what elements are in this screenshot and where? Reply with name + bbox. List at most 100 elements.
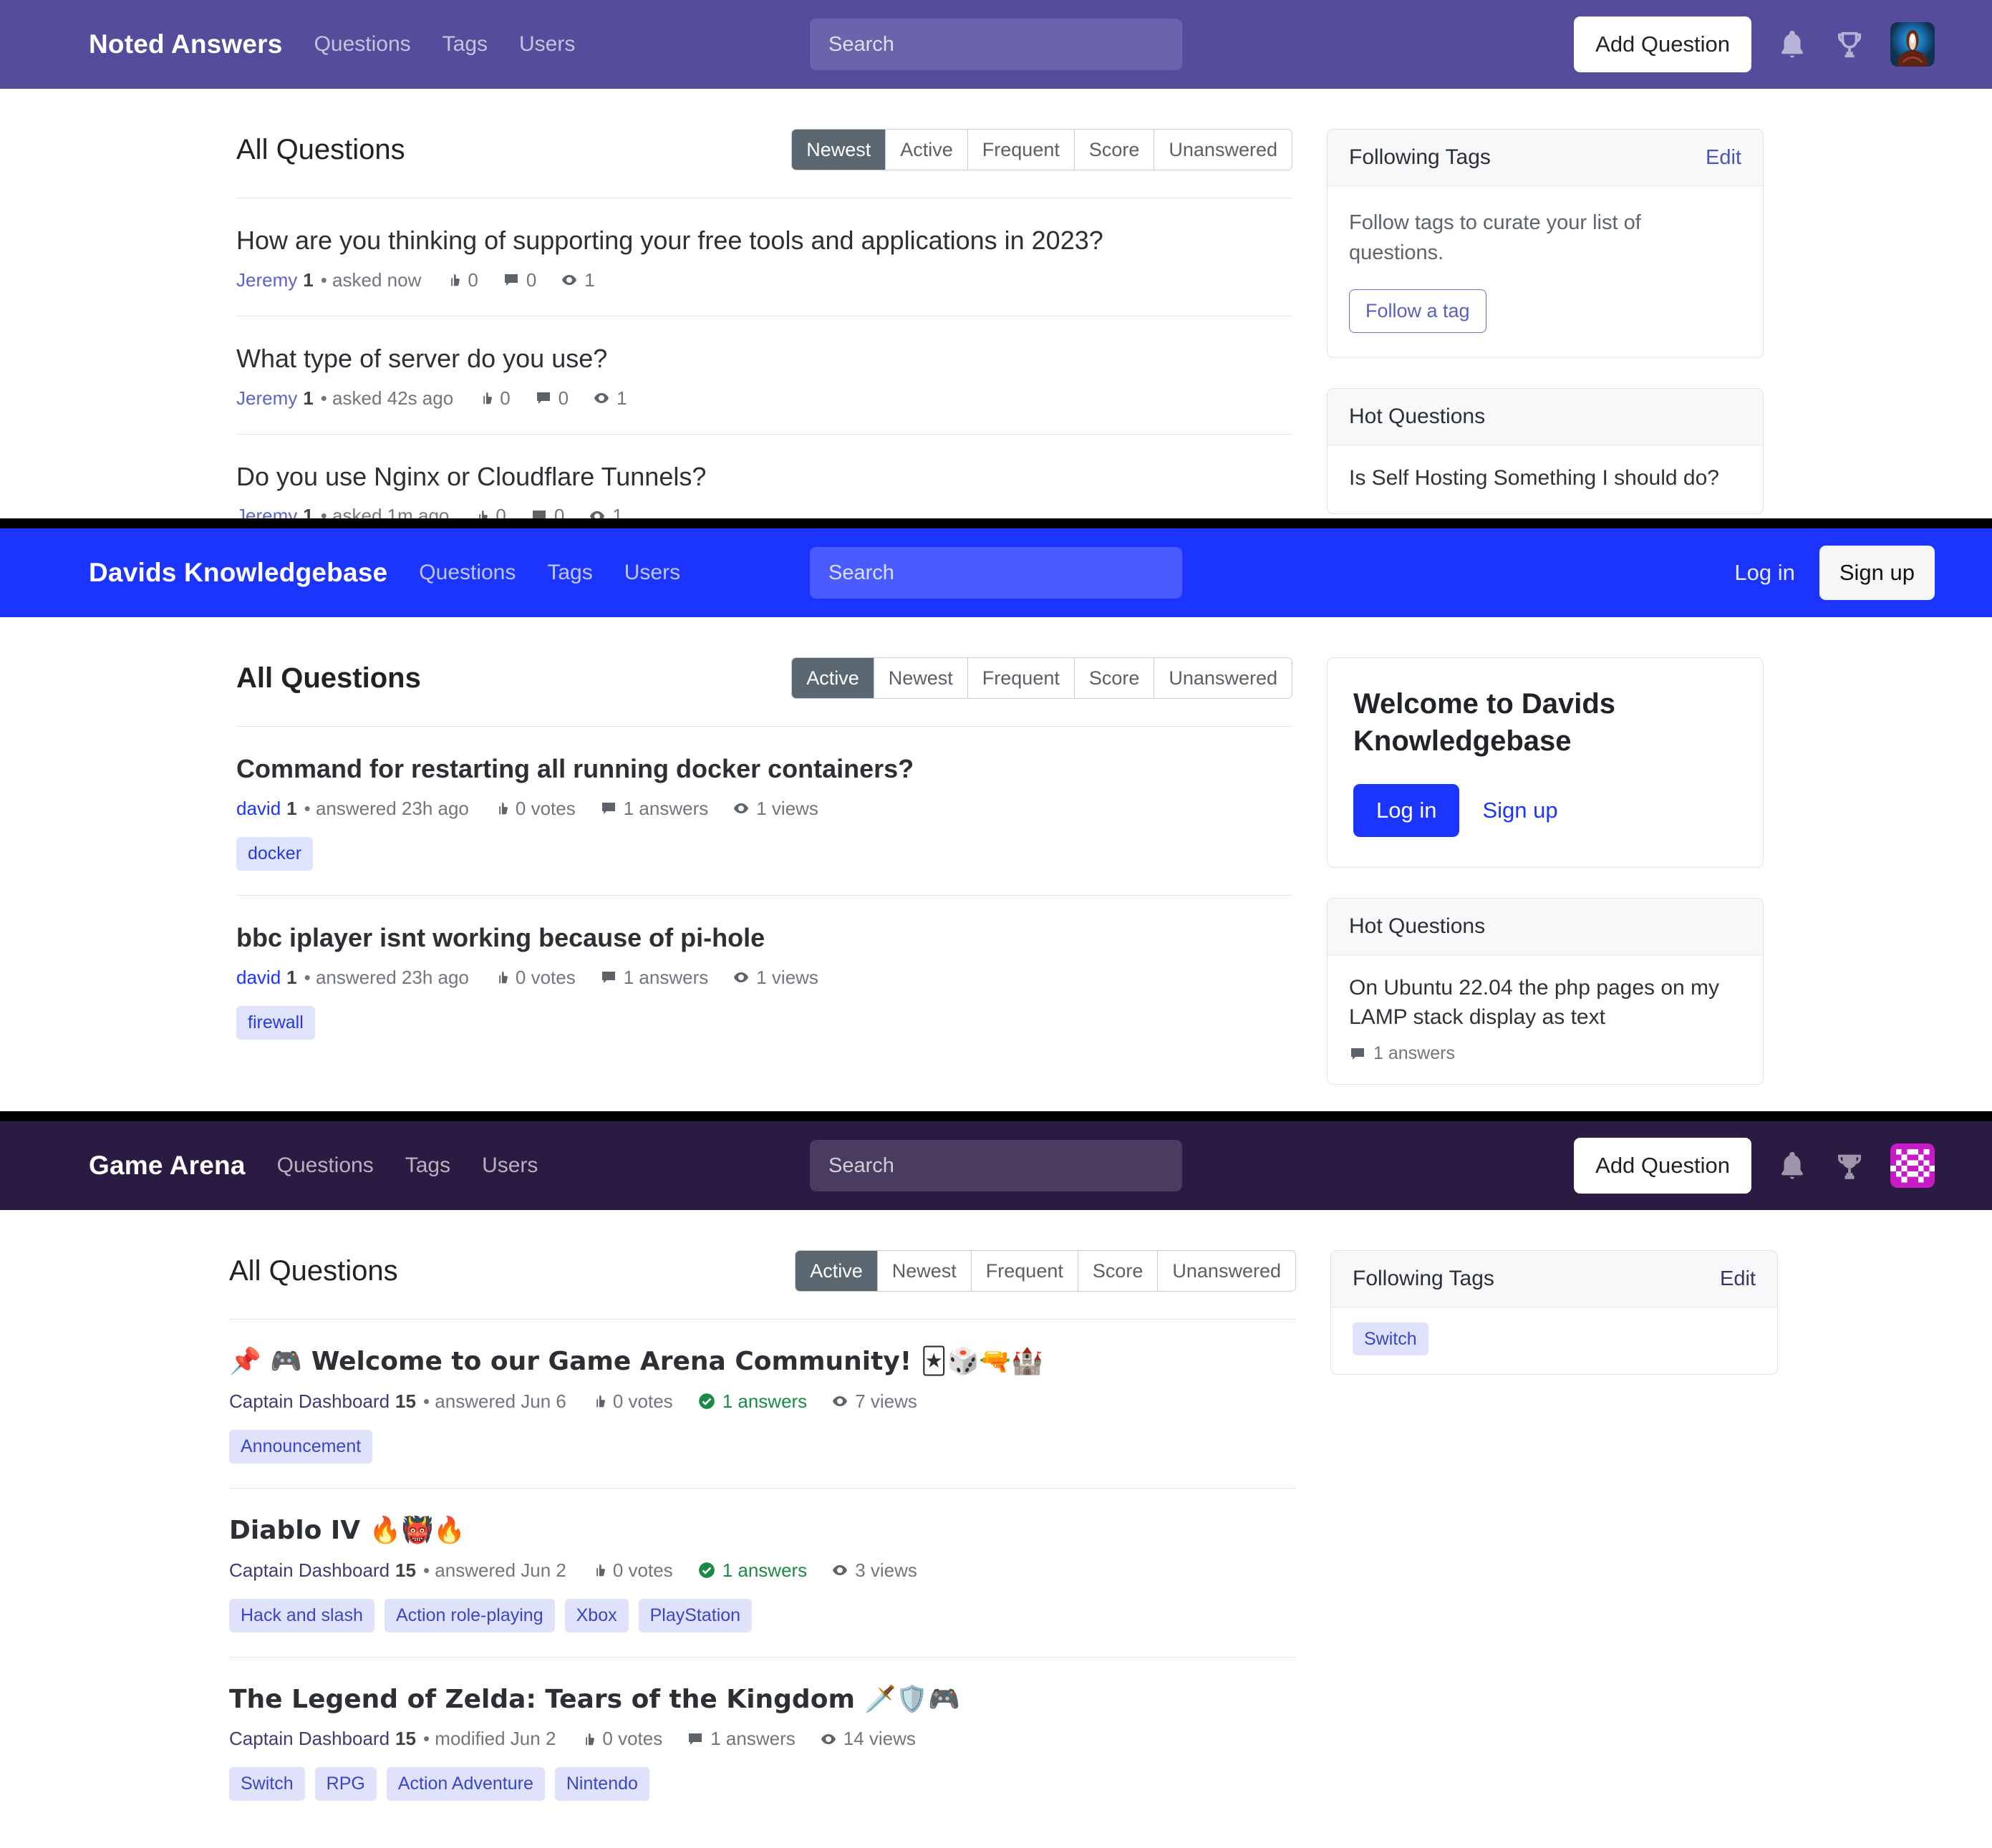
nav-link-users[interactable]: Users xyxy=(624,561,680,585)
edit-tags-link[interactable]: Edit xyxy=(1720,1267,1756,1291)
question-title-link[interactable]: 📌 🎮 Welcome to our Game Arena Community!… xyxy=(229,1345,1296,1379)
add-question-button[interactable]: Add Question xyxy=(1574,16,1751,72)
thumbs-up-icon xyxy=(596,1564,605,1577)
question-author[interactable]: david xyxy=(236,967,281,989)
top-navbar: Davids Knowledgebase Questions Tags User… xyxy=(0,528,1992,617)
tag-chip[interactable]: Nintendo xyxy=(554,1767,649,1801)
site-brand[interactable]: Noted Answers xyxy=(89,29,283,59)
nav-link-questions[interactable]: Questions xyxy=(314,32,411,57)
card-title: Hot Questions xyxy=(1349,405,1486,429)
question-author[interactable]: Captain Dashboard xyxy=(229,1728,390,1750)
hot-question-link[interactable]: On Ubuntu 22.04 the php pages on my LAMP… xyxy=(1349,974,1741,1032)
login-button[interactable]: Log in xyxy=(1353,784,1460,837)
search-input[interactable] xyxy=(810,547,1182,599)
eye-icon xyxy=(594,393,609,404)
tab-frequent[interactable]: Frequent xyxy=(967,130,1075,170)
question-meta: david 1 • answered 23h ago 0 votes 1 ans… xyxy=(236,967,1292,989)
nav-link-users[interactable]: Users xyxy=(482,1153,538,1178)
tag-chip[interactable]: firewall xyxy=(236,1005,315,1040)
vote-count: 0 xyxy=(478,387,511,410)
tab-unanswered[interactable]: Unanswered xyxy=(1154,130,1292,170)
tab-score[interactable]: Score xyxy=(1074,130,1155,170)
trophy-icon[interactable] xyxy=(1833,1148,1866,1184)
question-author[interactable]: Jeremy xyxy=(236,387,297,410)
tab-newest[interactable]: Newest xyxy=(874,658,968,698)
nav-links: Questions Tags Users xyxy=(314,32,576,57)
nav-link-tags[interactable]: Tags xyxy=(405,1153,450,1178)
tag-chip[interactable]: docker xyxy=(236,836,314,871)
tag-chip[interactable]: RPG xyxy=(314,1767,377,1801)
question-author[interactable]: Captain Dashboard xyxy=(229,1559,390,1582)
question-author[interactable]: Jeremy xyxy=(236,269,297,291)
tab-unanswered[interactable]: Unanswered xyxy=(1158,1251,1295,1291)
question-title-link[interactable]: Command for restarting all running docke… xyxy=(236,753,1292,786)
add-question-button[interactable]: Add Question xyxy=(1574,1138,1751,1194)
hot-question-link[interactable]: Is Self Hosting Something I should do? xyxy=(1349,464,1741,493)
site-brand[interactable]: Davids Knowledgebase xyxy=(89,558,387,588)
tag-chip[interactable]: PlayStation xyxy=(638,1598,753,1632)
bell-icon[interactable] xyxy=(1776,26,1809,62)
nav-link-tags[interactable]: Tags xyxy=(443,32,488,57)
sort-tabs: Active Newest Frequent Score Unanswered xyxy=(791,657,1292,699)
tab-newest[interactable]: Newest xyxy=(877,1251,972,1291)
user-avatar[interactable] xyxy=(1890,22,1935,67)
tab-score[interactable]: Score xyxy=(1078,1251,1159,1291)
nav-actions: Add Question xyxy=(1574,1138,1935,1194)
follow-a-tag-button[interactable]: Follow a tag xyxy=(1349,289,1486,334)
tag-chip[interactable]: Announcement xyxy=(229,1429,373,1464)
tab-active[interactable]: Active xyxy=(792,658,874,698)
view-count: 1 views xyxy=(733,967,818,989)
view-count: 3 views xyxy=(831,1559,917,1582)
edit-tags-link[interactable]: Edit xyxy=(1706,146,1741,170)
answer-count: 0 xyxy=(503,269,536,291)
question-author[interactable]: Jeremy xyxy=(236,505,297,518)
page-content: All Questions Newest Active Frequent Sco… xyxy=(0,89,1992,518)
question-meta: Captain Dashboard 15 • modified Jun 2 0 … xyxy=(229,1728,1296,1750)
signup-button[interactable]: Sign up xyxy=(1819,546,1935,600)
tag-chip[interactable]: Switch xyxy=(229,1767,305,1801)
search-input[interactable] xyxy=(810,1140,1182,1191)
question-title-link[interactable]: Diablo IV 🔥👹🔥 xyxy=(229,1514,1296,1548)
nav-link-questions[interactable]: Questions xyxy=(277,1153,374,1178)
answer-count: 1 answers xyxy=(697,1559,807,1582)
question-title-link[interactable]: Do you use Nginx or Cloudflare Tunnels? xyxy=(236,460,1292,494)
tag-chip[interactable]: Action role-playing xyxy=(384,1598,555,1632)
search-input[interactable] xyxy=(810,19,1182,70)
bell-icon[interactable] xyxy=(1776,1148,1809,1184)
site-brand[interactable]: Game Arena xyxy=(89,1151,246,1181)
thumbs-up-icon xyxy=(499,803,508,815)
tag-chip[interactable]: Action Adventure xyxy=(386,1767,545,1801)
tab-active[interactable]: Active xyxy=(886,130,968,170)
tag-chip[interactable]: Xbox xyxy=(564,1598,629,1632)
nav-link-questions[interactable]: Questions xyxy=(419,561,516,585)
question-title-link[interactable]: bbc iplayer isnt working because of pi-h… xyxy=(236,921,1292,955)
tab-score[interactable]: Score xyxy=(1074,658,1155,698)
tab-unanswered[interactable]: Unanswered xyxy=(1154,658,1292,698)
nav-link-tags[interactable]: Tags xyxy=(547,561,592,585)
card-header: Following Tags Edit xyxy=(1331,1251,1777,1307)
tab-active[interactable]: Active xyxy=(796,1251,878,1291)
tab-frequent[interactable]: Frequent xyxy=(967,658,1075,698)
question-activity: • answered 23h ago xyxy=(304,966,469,988)
identicon-avatar[interactable] xyxy=(1890,1143,1935,1188)
question-title-link[interactable]: How are you thinking of supporting your … xyxy=(236,224,1292,258)
tag-chip[interactable]: Hack and slash xyxy=(229,1598,374,1632)
question-title-link[interactable]: The Legend of Zelda: Tears of the Kingdo… xyxy=(229,1683,1296,1717)
trophy-icon[interactable] xyxy=(1833,26,1866,62)
signup-link[interactable]: Sign up xyxy=(1482,798,1557,823)
tab-frequent[interactable]: Frequent xyxy=(971,1251,1078,1291)
tag-chip[interactable]: Switch xyxy=(1353,1322,1428,1355)
page-title: All Questions xyxy=(236,133,405,165)
question-title-link[interactable]: What type of server do you use? xyxy=(236,342,1292,376)
author-reputation: 15 xyxy=(395,1390,416,1412)
question-author[interactable]: Captain Dashboard xyxy=(229,1390,390,1413)
accepted-answer-icon xyxy=(698,1393,715,1410)
tab-newest[interactable]: Newest xyxy=(792,130,886,170)
eye-icon xyxy=(821,1733,836,1744)
question-activity: • asked 1m ago xyxy=(320,505,450,518)
question-meta: Jeremy 1 • asked 42s ago 0 0 1 xyxy=(236,387,1292,410)
hot-question-meta: 1 answers xyxy=(1349,1043,1741,1064)
question-author[interactable]: david xyxy=(236,798,281,820)
login-link[interactable]: Log in xyxy=(1734,560,1794,586)
nav-link-users[interactable]: Users xyxy=(519,32,575,57)
